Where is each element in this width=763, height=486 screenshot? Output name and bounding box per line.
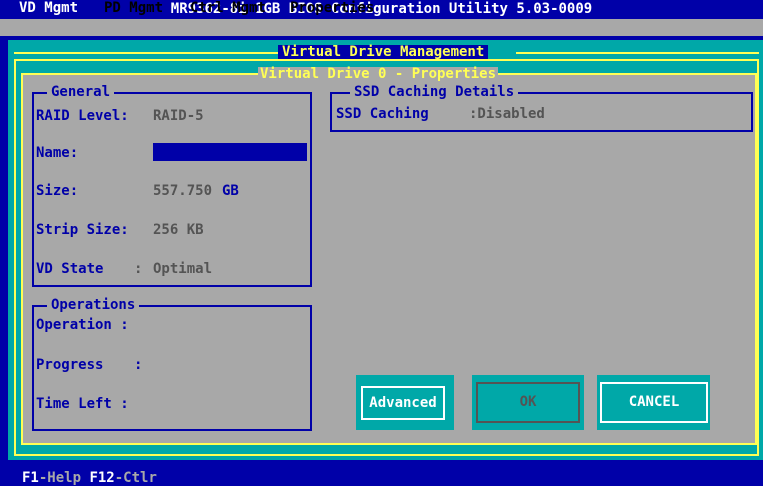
f1-key: F1 xyxy=(22,470,39,486)
frame-top-rule-left xyxy=(14,52,278,54)
menu-ctrl-mgmt[interactable]: Ctrl Mgmt xyxy=(190,1,266,16)
menu-bar xyxy=(0,19,763,36)
progress-separator: : xyxy=(134,357,143,373)
strip-size-value: 256 KB xyxy=(153,222,204,238)
operations-title: Operations xyxy=(47,298,140,312)
general-title: General xyxy=(47,85,115,99)
ssd-caching-title: SSD Caching Details xyxy=(350,85,519,99)
vd-state-value: Optimal xyxy=(153,261,213,277)
name-label: Name: xyxy=(36,145,79,161)
ssd-caching-value: :Disabled xyxy=(469,106,545,122)
frame-top-rule-right xyxy=(516,52,759,54)
f1-text: -Help xyxy=(38,470,82,486)
size-value: 557.750 xyxy=(153,183,213,199)
ok-button[interactable]: OK xyxy=(476,382,580,423)
menu-properties[interactable]: Properties xyxy=(290,1,374,16)
menu-pd-mgmt[interactable]: PD Mgmt xyxy=(104,1,163,16)
raid-level-label: RAID Level: xyxy=(36,108,129,124)
menu-vd-mgmt[interactable]: VD Mgmt xyxy=(16,1,82,16)
vd-state-separator: : xyxy=(134,261,143,277)
ssd-caching-label: SSD Caching xyxy=(336,106,429,122)
status-help: F1-Help F12-Ctlr xyxy=(22,471,157,486)
time-left-label: Time Left : xyxy=(36,396,129,412)
operation-label: Operation : xyxy=(36,317,129,333)
progress-label: Progress xyxy=(36,357,104,373)
name-input[interactable] xyxy=(153,143,307,161)
vd-management-title: Virtual Drive Management xyxy=(278,45,489,59)
size-unit: GB xyxy=(222,183,239,199)
size-label: Size: xyxy=(36,183,79,199)
f12-key: F12 xyxy=(89,470,115,486)
advanced-button[interactable]: Advanced xyxy=(361,386,445,420)
f12-text: -Ctlr xyxy=(114,470,157,486)
properties-title: Virtual Drive 0 - Properties xyxy=(258,66,499,82)
vd-state-label: VD State xyxy=(36,261,104,277)
strip-size-label: Strip Size: xyxy=(36,222,129,238)
raid-level-value: RAID-5 xyxy=(153,108,204,124)
cancel-button[interactable]: CANCEL xyxy=(600,382,708,423)
